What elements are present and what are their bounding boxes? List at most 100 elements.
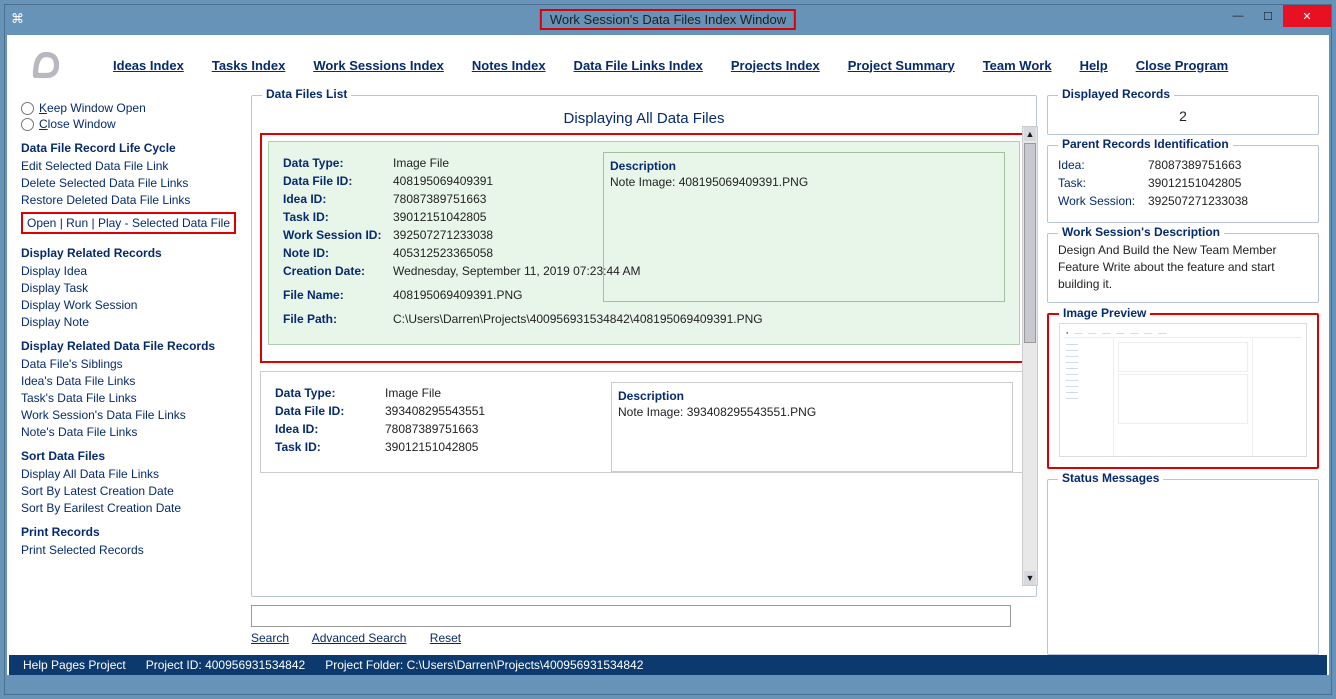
note-df-links[interactable]: Note's Data File Links: [21, 425, 237, 439]
description-box: Description Note Image: 393408295543551.…: [611, 382, 1013, 472]
status-messages-fieldset: Status Messages: [1047, 479, 1319, 655]
displayed-records-legend: Displayed Records: [1058, 87, 1174, 101]
menu-help[interactable]: Help: [1080, 58, 1108, 73]
data-file-id-label: Data File ID:: [283, 174, 393, 188]
sort-earliest[interactable]: Sort By Earilest Creation Date: [21, 501, 237, 515]
creation-date-label: Creation Date:: [283, 264, 393, 278]
idea-id-value: 78087389751663: [385, 422, 478, 436]
records-scroll-area: Data Type:Image File Data File ID:408195…: [260, 133, 1028, 593]
scroll-up-arrow[interactable]: ▲: [1024, 127, 1036, 141]
print-selected[interactable]: Print Selected Records: [21, 543, 237, 557]
life-cycle-heading: Data File Record Life Cycle: [21, 141, 237, 155]
status-bar: Help Pages Project Project ID: 400956931…: [9, 655, 1327, 675]
reset-link[interactable]: Reset: [430, 631, 461, 645]
search-input[interactable]: [251, 605, 1011, 627]
scroll-down-arrow[interactable]: ▼: [1024, 571, 1036, 585]
display-idea[interactable]: Display Idea: [21, 264, 237, 278]
ws-id-label: Work Session ID:: [283, 228, 393, 242]
display-all-links[interactable]: Display All Data File Links: [21, 467, 237, 481]
file-name-value: 408195069409391.PNG: [393, 288, 522, 302]
siblings-link[interactable]: Data File's Siblings: [21, 357, 237, 371]
center-panel: Data Files List Displaying All Data File…: [245, 95, 1043, 655]
parent-records-legend: Parent Records Identification: [1058, 137, 1233, 151]
app-window: ⌘ Work Session's Data Files Index Window…: [4, 4, 1332, 695]
image-preview-thumbnail[interactable]: ●—————————————— ————————————————————————…: [1059, 323, 1307, 457]
status-project-id: Project ID: 400956931534842: [146, 658, 305, 672]
menu-data-file-links-index[interactable]: Data File Links Index: [574, 58, 703, 73]
menu-tasks-index[interactable]: Tasks Index: [212, 58, 285, 73]
sort-latest[interactable]: Sort By Latest Creation Date: [21, 484, 237, 498]
menu-notes-index[interactable]: Notes Index: [472, 58, 546, 73]
related-df-heading: Display Related Data File Records: [21, 339, 237, 353]
ws-df-links[interactable]: Work Session's Data File Links: [21, 408, 237, 422]
advanced-search-link[interactable]: Advanced Search: [312, 631, 407, 645]
task-id-label: Task ID:: [275, 440, 385, 454]
parent-records-fieldset: Parent Records Identification Idea:78087…: [1047, 145, 1319, 223]
menu-work-sessions-index[interactable]: Work Sessions Index: [313, 58, 444, 73]
keep-window-open-radio[interactable]: Keep Window Open: [21, 101, 237, 115]
menu-close-program[interactable]: Close Program: [1136, 58, 1228, 73]
file-name-label: File Name:: [283, 288, 393, 302]
idea-id-label: Idea ID:: [283, 192, 393, 206]
logo-icon: [25, 44, 67, 86]
menu-projects-index[interactable]: Projects Index: [731, 58, 820, 73]
description-label: Description: [610, 159, 998, 173]
data-type-value: Image File: [385, 386, 441, 400]
minimize-button[interactable]: —: [1223, 5, 1253, 27]
parent-ws-value: 392507271233038: [1148, 194, 1248, 208]
description-label: Description: [618, 389, 1006, 403]
vertical-scrollbar[interactable]: ▲ ▼: [1022, 126, 1038, 586]
data-file-record[interactable]: Data Type:Image File Data File ID:393408…: [260, 371, 1028, 473]
data-files-list-fieldset: Data Files List Displaying All Data File…: [251, 95, 1037, 597]
sort-heading: Sort Data Files: [21, 449, 237, 463]
close-window-radio[interactable]: Close Window: [21, 117, 237, 131]
open-run-play-link[interactable]: Open | Run | Play - Selected Data File: [21, 212, 236, 234]
data-file-record[interactable]: Data Type:Image File Data File ID:408195…: [268, 141, 1020, 345]
status-help-project: Help Pages Project: [23, 658, 126, 672]
file-path-value: C:\Users\Darren\Projects\400956931534842…: [393, 312, 763, 326]
maximize-button[interactable]: ☐: [1253, 5, 1283, 27]
task-df-links[interactable]: Task's Data File Links: [21, 391, 237, 405]
keep-open-radio-input[interactable]: [21, 102, 34, 115]
data-type-label: Data Type:: [275, 386, 385, 400]
idea-id-value: 78087389751663: [393, 192, 486, 206]
note-id-label: Note ID:: [283, 246, 393, 260]
display-work-session[interactable]: Display Work Session: [21, 298, 237, 312]
search-link[interactable]: Search: [251, 631, 289, 645]
app-icon: ⌘: [11, 11, 31, 27]
close-button[interactable]: ✕: [1283, 5, 1331, 27]
idea-df-links[interactable]: Idea's Data File Links: [21, 374, 237, 388]
scroll-thumb[interactable]: [1024, 143, 1036, 343]
status-project-folder: Project Folder: C:\Users\Darren\Projects…: [325, 658, 643, 672]
content-area: Ideas Index Tasks Index Work Sessions In…: [7, 35, 1329, 675]
parent-idea-label: Idea:: [1058, 158, 1148, 172]
idea-id-label: Idea ID:: [275, 422, 385, 436]
restore-deleted-links[interactable]: Restore Deleted Data File Links: [21, 193, 237, 207]
print-heading: Print Records: [21, 525, 237, 539]
menu-ideas-index[interactable]: Ideas Index: [113, 58, 184, 73]
data-file-id-value: 408195069409391: [393, 174, 493, 188]
close-window-radio-input[interactable]: [21, 118, 34, 131]
list-heading: Displaying All Data Files: [260, 110, 1028, 127]
ws-description-legend: Work Session's Description: [1058, 225, 1224, 239]
display-note[interactable]: Display Note: [21, 315, 237, 329]
parent-task-label: Task:: [1058, 176, 1148, 190]
task-id-label: Task ID:: [283, 210, 393, 224]
note-id-value: 405312523365058: [393, 246, 493, 260]
data-files-list-legend: Data Files List: [262, 87, 351, 101]
right-panel: Displayed Records 2 Parent Records Ident…: [1043, 95, 1323, 655]
menu-project-summary[interactable]: Project Summary: [848, 58, 955, 73]
parent-idea-value: 78087389751663: [1148, 158, 1241, 172]
ws-description-text: Design And Build the New Team Member Fea…: [1058, 242, 1308, 292]
sidebar: Keep Window Open Close Window Data File …: [13, 95, 245, 655]
ws-description-fieldset: Work Session's Description Design And Bu…: [1047, 233, 1319, 303]
main-layout: Keep Window Open Close Window Data File …: [7, 95, 1329, 655]
parent-task-value: 39012151042805: [1148, 176, 1241, 190]
delete-selected-links[interactable]: Delete Selected Data File Links: [21, 176, 237, 190]
image-preview-fieldset: Image Preview ●—————————————— ——————————…: [1047, 313, 1319, 469]
menu-team-work[interactable]: Team Work: [983, 58, 1052, 73]
data-type-label: Data Type:: [283, 156, 393, 170]
keep-open-label: Keep Window Open: [39, 101, 146, 115]
edit-selected-link[interactable]: Edit Selected Data File Link: [21, 159, 237, 173]
display-task[interactable]: Display Task: [21, 281, 237, 295]
